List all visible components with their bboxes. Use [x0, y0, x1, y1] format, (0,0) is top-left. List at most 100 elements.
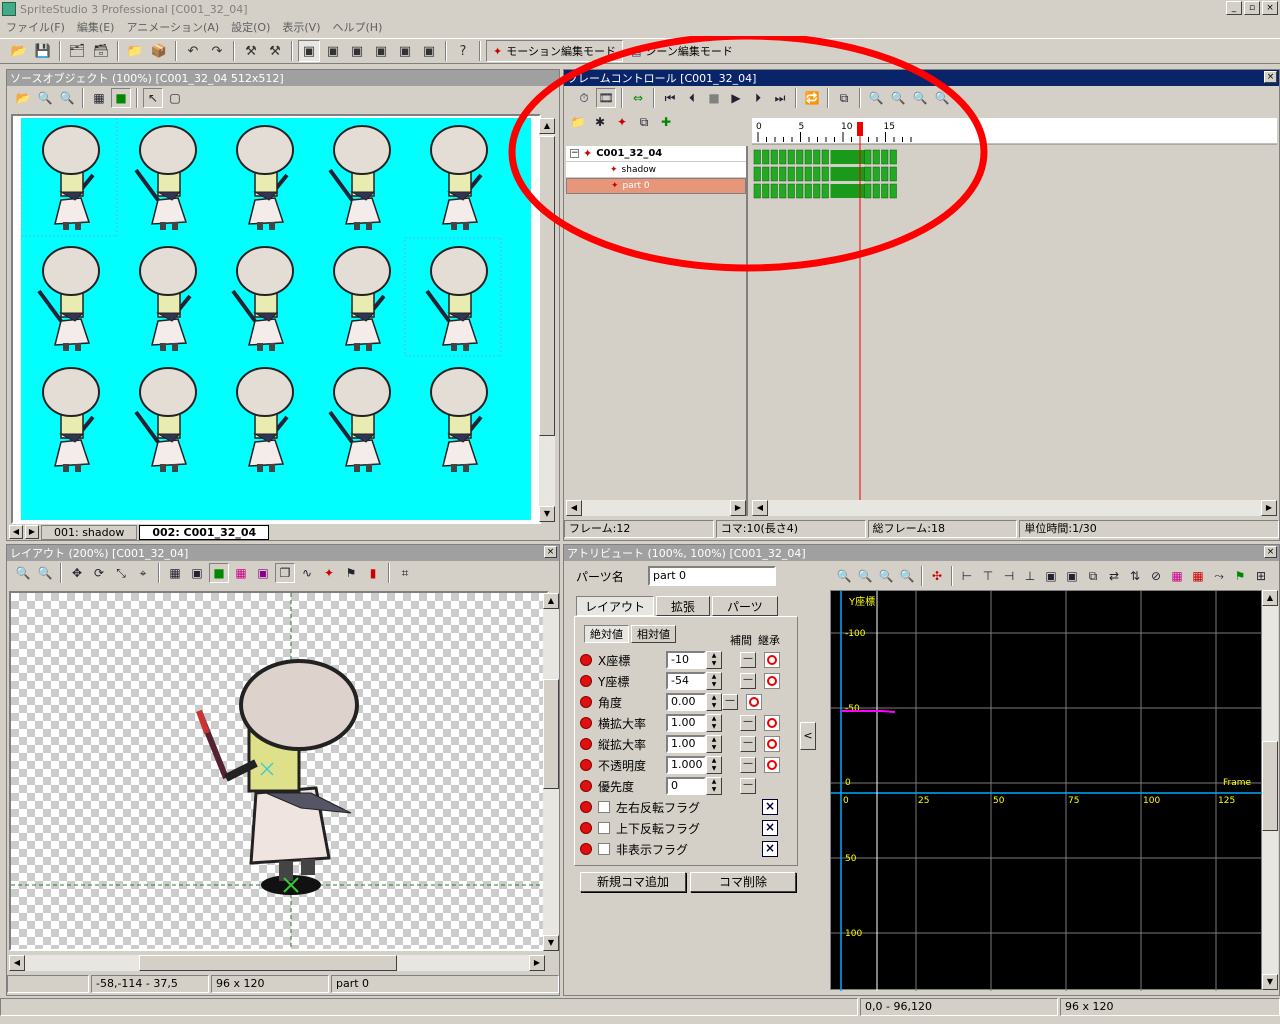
flag-checkbox[interactable] [598, 843, 610, 855]
attr-value-field[interactable]: 0 [666, 777, 706, 795]
zoom-y-icon[interactable]: 🔍 [897, 566, 917, 586]
grid-icon[interactable]: ▦ [165, 563, 185, 583]
frame-cell[interactable] [787, 166, 795, 182]
frame-cell[interactable] [813, 183, 821, 199]
align-e-icon[interactable]: ▣ [1041, 566, 1061, 586]
zoom-in-icon[interactable]: 🔍 [866, 88, 886, 108]
tab-layout[interactable]: レイアウト [576, 596, 655, 616]
source-vscroll[interactable]: ▲ ▼ [539, 118, 555, 522]
timeline-hscroll[interactable]: ◀ ▶ [752, 500, 1277, 516]
window-attr-icon[interactable]: ▣ [370, 40, 392, 62]
window-source-icon[interactable]: ▣ [298, 40, 320, 62]
align-f-icon[interactable]: ▣ [1062, 566, 1082, 586]
layout-panel-close-icon[interactable]: × [544, 546, 557, 558]
part-copy-icon[interactable]: ⧉ [634, 112, 654, 132]
help-icon[interactable]: ? [452, 40, 474, 62]
folder-icon[interactable]: 📁 [568, 112, 588, 132]
attr-value-field[interactable]: 1.00 [666, 735, 706, 753]
color-icon[interactable]: ■ [111, 88, 131, 108]
flag-checkbox[interactable] [598, 822, 610, 834]
frame-panel-close-icon[interactable]: × [1264, 71, 1277, 83]
inherit-button[interactable] [764, 757, 780, 773]
add-frame-button[interactable]: 新規コマ追加 [580, 872, 686, 892]
frame-cell[interactable] [762, 149, 770, 165]
tab-extend[interactable]: 拡張 [656, 596, 711, 616]
spin-button[interactable]: ▲ ▼ [706, 777, 722, 795]
frame-cell[interactable] [813, 166, 821, 182]
curve-y[interactable] [841, 710, 896, 713]
frame-cell[interactable] [839, 184, 848, 198]
frame-cell[interactable] [881, 166, 889, 182]
circle-icon[interactable]: ⊘ [1146, 566, 1166, 586]
frame-cell[interactable] [847, 184, 857, 198]
frame-cell[interactable] [821, 149, 829, 165]
first-frame-icon[interactable]: ⏮ [660, 88, 680, 108]
window-layout-icon[interactable]: ▣ [346, 40, 368, 62]
frame-cell[interactable] [839, 167, 848, 181]
select-tool-icon[interactable]: ↖ [143, 88, 163, 108]
key-dot-icon[interactable] [580, 822, 592, 834]
last-frame-icon[interactable]: ⏭ [770, 88, 790, 108]
next-frame-icon[interactable]: ⏵ [748, 88, 768, 108]
redo-icon[interactable]: ↷ [206, 40, 228, 62]
interp-button[interactable]: — [740, 757, 756, 773]
flag-checkbox[interactable] [598, 801, 610, 813]
frame-cell[interactable] [889, 166, 897, 182]
menu-help[interactable]: ヘルプ(H) [327, 19, 389, 35]
align-i-icon[interactable]: ⇅ [1125, 566, 1145, 586]
save-project-icon[interactable]: 🗃 [90, 40, 112, 62]
palette-icon[interactable]: ▦ [231, 563, 251, 583]
interp-button[interactable]: — [740, 673, 756, 689]
palette-icon[interactable]: ▦ [1167, 566, 1187, 586]
pivot-tool-icon[interactable]: ⌖ [133, 563, 153, 583]
inherit-button[interactable] [764, 673, 780, 689]
frame-cell[interactable] [796, 149, 804, 165]
inherit-button[interactable] [764, 736, 780, 752]
key-dot-icon[interactable] [580, 654, 592, 666]
stop-icon[interactable]: ■ [704, 88, 724, 108]
frame-cell[interactable] [830, 167, 840, 181]
close-button[interactable]: × [1262, 1, 1278, 15]
frame-cell[interactable] [770, 166, 778, 182]
attr-value-field[interactable]: 0.00 [666, 693, 706, 711]
crop-icon[interactable]: ⌗ [395, 563, 415, 583]
inherit-button[interactable] [746, 694, 762, 710]
open-image-icon[interactable]: 📂 [13, 88, 33, 108]
rotate-tool-icon[interactable]: ⟳ [89, 563, 109, 583]
align-left-icon[interactable]: ⊢ [957, 566, 977, 586]
frame-cell[interactable] [881, 183, 889, 199]
attr-value-field[interactable]: -54 [666, 672, 706, 690]
save-icon[interactable]: 💾 [32, 40, 54, 62]
marker-icon[interactable]: ▮ [363, 563, 383, 583]
inherit-button[interactable] [764, 652, 780, 668]
frame-cell[interactable] [839, 150, 848, 164]
window-frame-icon[interactable]: ▣ [322, 40, 344, 62]
grid-icon[interactable]: ▦ [89, 88, 109, 108]
tree-item-part0[interactable]: ✦ part 0 [566, 178, 746, 194]
playhead-handle[interactable] [857, 122, 863, 136]
parts-name-field[interactable]: part 0 [648, 566, 776, 586]
spin-button[interactable]: ▲ ▼ [706, 756, 722, 774]
tool-a-icon[interactable]: ⚒ [240, 40, 262, 62]
attr-value-field[interactable]: 1.00 [666, 714, 706, 732]
part-add-icon[interactable]: ✱ [590, 112, 610, 132]
interp-button[interactable]: — [740, 652, 756, 668]
frame-cell[interactable] [864, 166, 872, 182]
frame-cell[interactable] [847, 167, 857, 181]
spin-button[interactable]: ▲ ▼ [706, 693, 722, 711]
tree-hscroll[interactable]: ◀ ▶ [566, 500, 746, 516]
key-dot-icon[interactable] [580, 759, 592, 771]
spin-button[interactable]: ▲ ▼ [706, 735, 722, 753]
tool-b-icon[interactable]: ⚒ [264, 40, 286, 62]
layers-icon[interactable]: ❐ [275, 563, 295, 583]
align-down-icon[interactable]: ⊤ [978, 566, 998, 586]
attr-panel-close-icon[interactable]: × [1264, 546, 1277, 558]
part-icon[interactable]: ✦ [319, 563, 339, 583]
subtab-relative[interactable]: 相対値 [631, 625, 676, 643]
frame-cell[interactable] [889, 183, 897, 199]
frame-nav-icon[interactable]: ⇔ [628, 88, 648, 108]
tab-shadow[interactable]: 001: shadow [41, 524, 138, 540]
inherit-x-button[interactable]: × [762, 841, 778, 857]
frame-cell[interactable] [762, 183, 770, 199]
spin-button[interactable]: ▲ ▼ [706, 651, 722, 669]
